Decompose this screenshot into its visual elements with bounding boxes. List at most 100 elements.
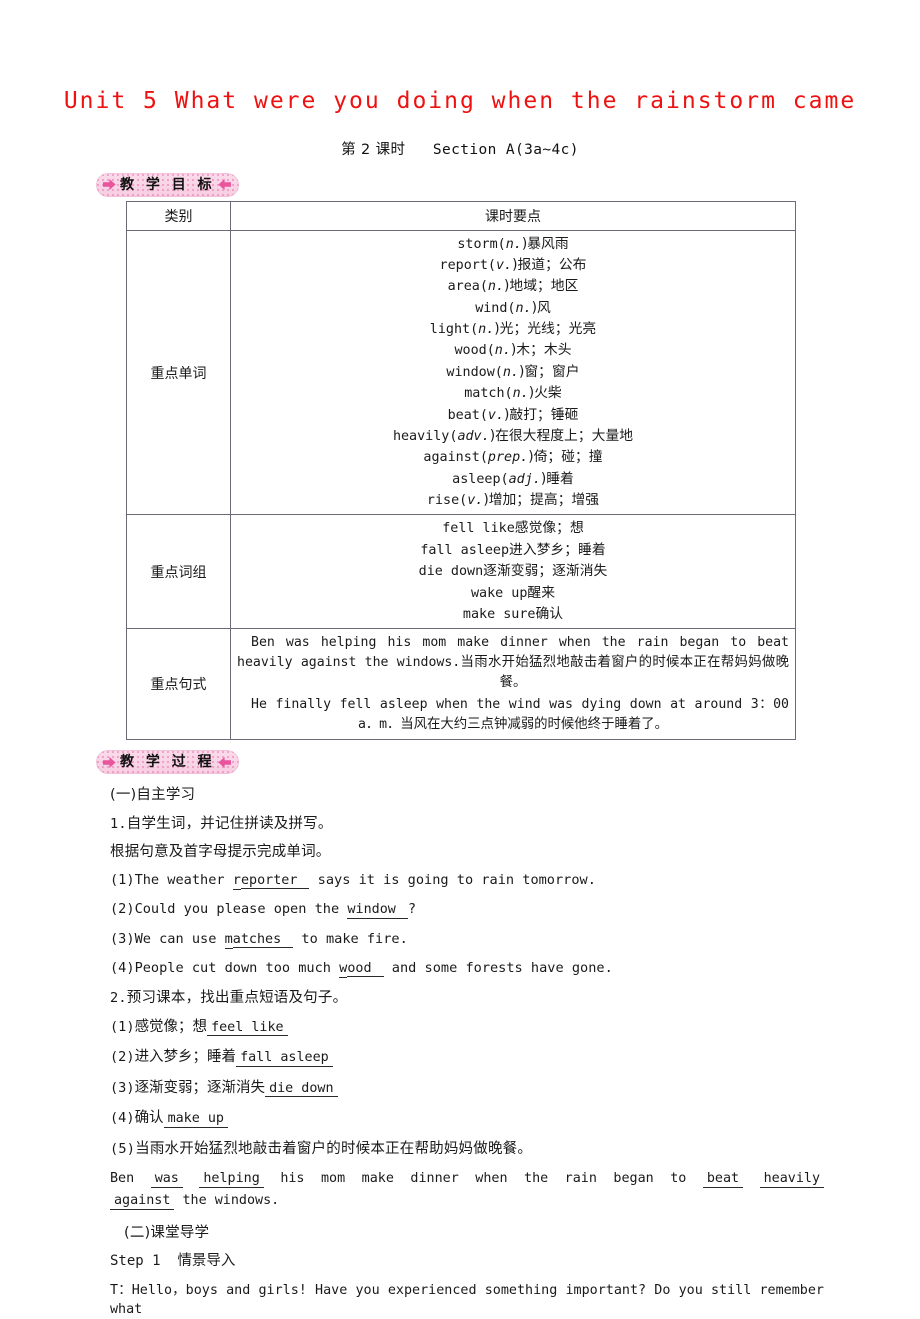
item-number: (1) xyxy=(110,871,135,888)
item-answer-blank[interactable]: indow xyxy=(355,903,408,919)
vocab-pos: n. xyxy=(505,236,522,252)
arrow-right-icon xyxy=(102,177,117,192)
item-number: (4) xyxy=(110,1110,135,1127)
vocab-pos: prep. xyxy=(487,450,529,466)
vocab-line: wood(n.)木；木头 xyxy=(235,340,791,361)
task1-instruction: 根据句意及首字母提示完成单词。 xyxy=(110,844,331,861)
item-answer-blank[interactable]: die down xyxy=(265,1082,338,1098)
row-content-sentences: Ben was helping his mom make dinner when… xyxy=(230,628,796,741)
vocab-line: match(n.)火柴 xyxy=(235,383,791,404)
fill-blank-3[interactable]: beat xyxy=(702,1172,744,1188)
task2-item: (4)确认 make up xyxy=(110,1110,824,1128)
key-sentence: He finally fell asleep when the wind was… xyxy=(235,694,791,736)
item-answer-blank[interactable]: feel like xyxy=(207,1021,288,1037)
item-prompt-cn: 感觉像；想 xyxy=(134,1019,208,1036)
process-body: (一)自主学习 1.自学生词，并记住拼读及拼写。 根据句意及首字母提示完成单词。… xyxy=(110,787,825,1319)
process-banner-wrap: 教 学 过 程 xyxy=(96,750,920,775)
item-answer-blank[interactable]: eporter xyxy=(240,873,310,890)
header-points: 课时要点 xyxy=(230,200,796,231)
process-banner-label: 教 学 过 程 xyxy=(120,754,216,771)
fill-blank-2[interactable]: helping xyxy=(199,1172,264,1188)
table-row-words: 重点单词 storm(n.)暴风雨 report(v.)报道；公布 area(n.)… xyxy=(126,229,796,516)
arrow-left-icon xyxy=(217,177,232,192)
fill-seg-1: Ben xyxy=(110,1171,135,1187)
item-answer-blank[interactable]: atches xyxy=(232,932,294,949)
row-label-words: 重点单词 xyxy=(126,229,231,516)
vocab-word: beat( xyxy=(447,407,488,423)
vocab-meaning: )木；木头 xyxy=(510,342,572,359)
vocab-word: rise( xyxy=(426,493,468,509)
fill-sentence-line1: Ben was helping his mom make dinner when… xyxy=(110,1169,825,1189)
item-number: (2) xyxy=(110,1049,135,1066)
vocab-pos: adj. xyxy=(508,471,541,487)
item-text-after: and some forests have gone. xyxy=(383,960,613,977)
vocab-word: heavily( xyxy=(392,428,458,444)
step1-label: Step 1 xyxy=(110,1253,161,1270)
table-row-phrases: 重点词组 fell like感觉像；想 fall asleep进入梦乡；睡着 die… xyxy=(126,514,796,630)
objectives-banner: 教 学 目 标 xyxy=(96,172,239,197)
vocab-meaning: )增加；提高；增强 xyxy=(483,492,600,509)
item-prompt-cn: 确认 xyxy=(134,1110,164,1127)
fill-sentence-line2: against the windows. xyxy=(110,1191,824,1211)
fill-blank-1[interactable]: was xyxy=(150,1172,183,1188)
key-sentence-cn: 当雨水开始猛烈地敲击着窗户的时候本正在帮妈妈做晚餐。 xyxy=(460,655,789,691)
page-subtitle: 第 2 课时 Section A(3a~4c) xyxy=(0,116,920,159)
vocab-meaning: )地域；地区 xyxy=(504,278,579,295)
item-prompt-cn: 逐渐变弱；逐渐消失 xyxy=(134,1079,266,1096)
phrase-line: fell like感觉像；想 xyxy=(235,518,791,539)
vocab-meaning: )风 xyxy=(531,299,551,316)
subtitle-period: 第 2 课时 xyxy=(341,141,406,158)
task2-number: 2. xyxy=(110,990,127,1007)
step1-dialogue: T：Hello，boys and girls! Have you experie… xyxy=(110,1282,824,1317)
vocab-word: light( xyxy=(429,322,479,338)
vocab-line: light(n.)光；光线；光亮 xyxy=(235,319,791,340)
table-header-row: 类别 课时要点 xyxy=(126,200,796,231)
item-answer-blank[interactable]: ood xyxy=(347,962,384,978)
arrow-right-icon xyxy=(102,755,117,770)
row-label-sentences: 重点句式 xyxy=(126,628,231,741)
vocab-pos: n. xyxy=(515,300,532,316)
table-row-sentences: 重点句式 Ben was helping his mom make dinner… xyxy=(126,628,796,741)
item-text-before: We can use xyxy=(134,930,225,947)
phrase-text: fall asleep xyxy=(420,542,510,558)
vocab-meaning: )在很大程度上；大量地 xyxy=(489,427,634,444)
item-text-after: ? xyxy=(407,901,417,918)
item-number: (3) xyxy=(110,930,135,947)
fill-blank-4[interactable]: heavily xyxy=(759,1172,825,1188)
vocab-meaning: )光；光线；光亮 xyxy=(494,321,597,338)
item-answer-blank[interactable]: make up xyxy=(163,1112,228,1128)
fill-blank-5[interactable]: against xyxy=(110,1194,175,1210)
item-lead-letter: m xyxy=(224,930,233,949)
vocab-line: wind(n.)风 xyxy=(235,298,791,319)
task1-item: (1)The weather reporter says it is going… xyxy=(110,871,824,890)
task2-sentence-text: 当雨水开始猛烈地敲击着窗户的时候本正在帮助妈妈做晚餐。 xyxy=(135,1140,533,1157)
item-text-before: The weather xyxy=(134,871,233,888)
part-one-heading: (一)自主学习 xyxy=(110,787,196,804)
vocab-word: area( xyxy=(447,279,488,295)
vocab-pos: n. xyxy=(502,364,519,380)
fill-seg-3: the windows. xyxy=(182,1193,280,1209)
item-number: (4) xyxy=(110,960,135,977)
step1-title: 情景导入 xyxy=(177,1253,236,1270)
item-text-before: People cut down too much xyxy=(134,960,340,977)
key-sentence-cn: 当风在大约三点钟减弱的时候他终于睡着了。 xyxy=(400,717,669,733)
task2-sentence-number: (5) xyxy=(110,1140,136,1157)
vocab-line: against(prep.)倚；碰；撞 xyxy=(235,447,791,468)
item-number: (3) xyxy=(110,1079,135,1096)
vocab-meaning: )暴风雨 xyxy=(521,235,569,252)
vocab-pos: v. xyxy=(495,257,513,273)
task2-text: 预习课本，找出重点短语及句子。 xyxy=(126,990,348,1007)
objectives-banner-label: 教 学 目 标 xyxy=(120,176,216,193)
phrase-meaning: 进入梦乡；睡着 xyxy=(509,541,606,558)
worksheet-page: Unit 5 What were you doing when the rain… xyxy=(0,0,920,1317)
task2-item: (3)逐渐变弱；逐渐消失 die down xyxy=(110,1079,824,1098)
header-category: 类别 xyxy=(126,200,231,231)
item-lead-letter: w xyxy=(347,901,356,920)
item-answer-blank[interactable]: fall asleep xyxy=(236,1051,333,1067)
phrase-text: fell like xyxy=(442,521,515,537)
row-content-phrases: fell like感觉像；想 fall asleep进入梦乡；睡着 die down… xyxy=(230,514,796,630)
item-text-after: says it is going to rain tomorrow. xyxy=(309,871,596,888)
task1-number: 1. xyxy=(110,815,127,832)
phrase-text: die down xyxy=(418,564,484,580)
phrase-line: fall asleep进入梦乡；睡着 xyxy=(235,540,791,561)
